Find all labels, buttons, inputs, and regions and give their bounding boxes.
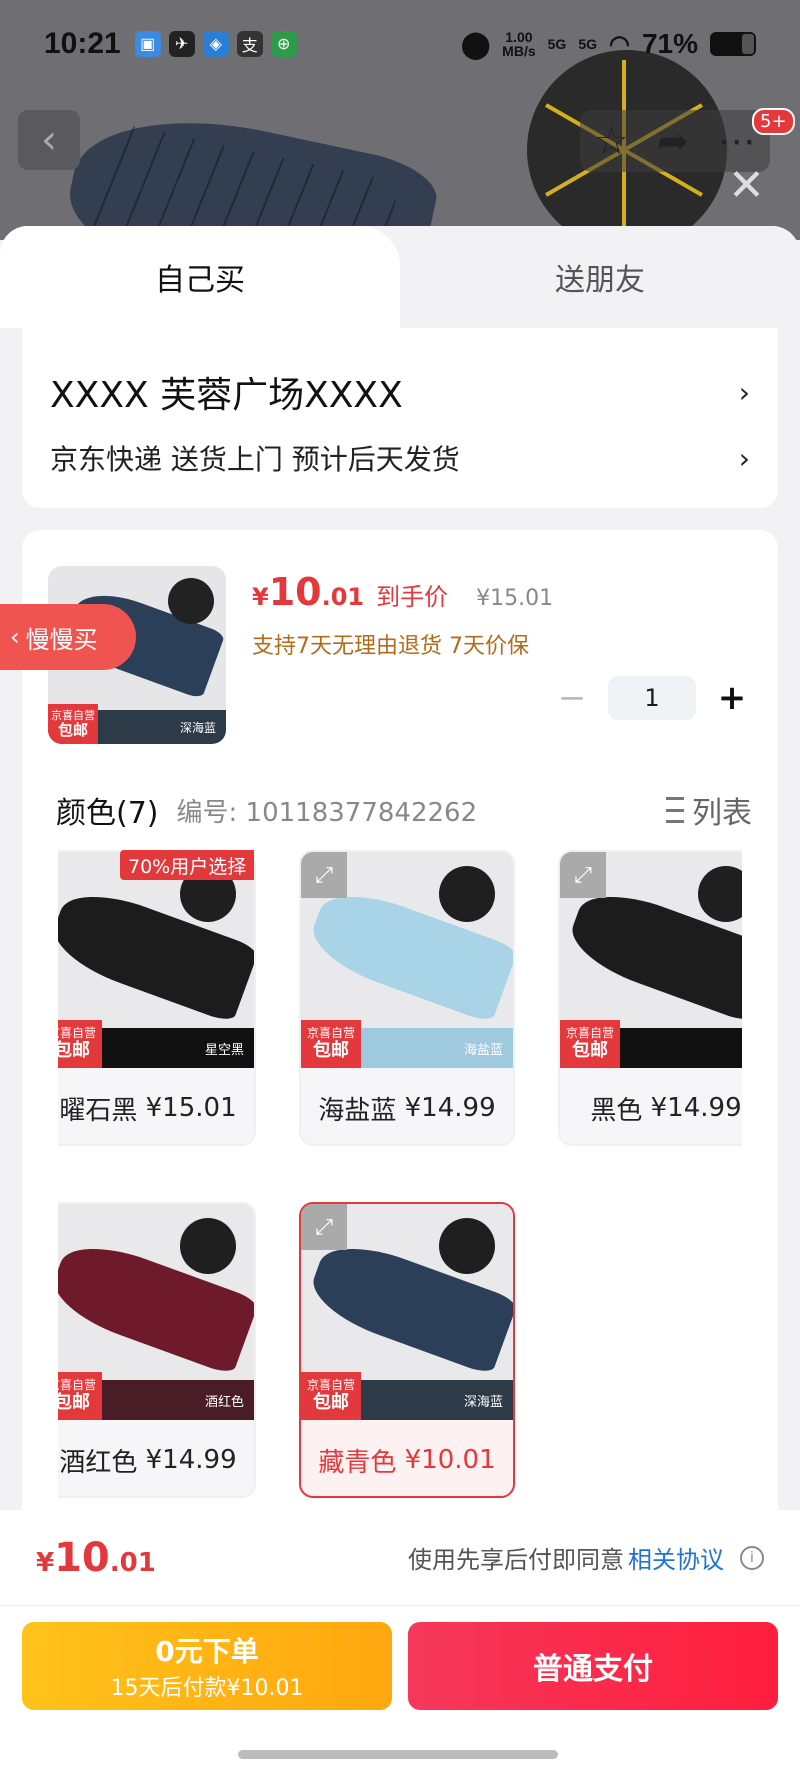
tab-gift-friend[interactable]: 送朋友 <box>400 226 800 328</box>
original-price: ¥15.01 <box>476 586 554 611</box>
app-notification-icon: ◈ <box>202 31 229 57</box>
app-notification-icon: ⊕ <box>270 31 297 57</box>
free-shipping-tag: 京喜自营 包邮 <box>48 704 98 744</box>
color-option-black[interactable]: ⤢ 曜 京喜自营包邮 黑色 ¥14.99 <box>558 850 742 1146</box>
chevron-right-icon: › <box>738 375 750 409</box>
cart-badge: 5+ <box>752 108 795 135</box>
final-price: ¥10.01 <box>252 570 365 614</box>
color-option-obsidian-black[interactable]: 星空黑 京喜自营包邮 曜石黑 ¥15.01 <box>58 850 256 1146</box>
close-icon[interactable]: ✕ <box>728 160 765 211</box>
list-icon <box>656 797 684 823</box>
app-notification-icon: 支 <box>236 31 263 57</box>
wifi-icon: ◠ <box>609 30 630 58</box>
agreement-notice: 使用先享后付即同意 相关协议 i <box>408 1540 764 1575</box>
color-option-wine-red[interactable]: 酒红色 京喜自营包邮 酒红色 ¥14.99 <box>58 1202 256 1498</box>
tab-buy-self[interactable]: 自己买 <box>0 226 400 328</box>
chevron-right-icon: › <box>738 441 750 475</box>
color-section-header: 颜色(7) 编号: 10118377842262 列表 <box>56 788 752 832</box>
guarantee-text: 支持7天无理由退货 7天价保 <box>252 634 529 659</box>
address-card[interactable]: XXXX 芙蓉广场XXXX › 京东快递 送货上门 预计后天发货 › <box>22 328 778 508</box>
normal-pay-button[interactable]: 普通支付 <box>408 1622 778 1710</box>
color-option-navy-selected[interactable]: ⤢ 深海蓝 京喜自营 包邮 藏青色 ¥10.01 <box>299 1202 515 1498</box>
decrease-button[interactable]: − <box>552 678 592 718</box>
quantity-stepper: − 1 + <box>552 676 752 720</box>
favorite-star-icon[interactable]: ☆ <box>594 119 628 163</box>
expand-icon[interactable]: ⤢ <box>301 852 347 898</box>
product-card: 深海蓝 京喜自营 包邮 ¥10.01 到手价 ¥15.01 支持7天无理由退货 7… <box>22 530 778 1530</box>
product-code: 编号: 10118377842262 <box>176 797 478 828</box>
price-tag-label: 到手价 <box>376 583 449 611</box>
share-icon[interactable]: ➦ <box>657 119 689 163</box>
address-text: XXXX 芙蓉广场XXXX <box>50 375 403 416</box>
home-indicator[interactable] <box>238 1750 558 1759</box>
pay-later-button[interactable]: 0元下单 15天后付款¥10.01 <box>22 1622 392 1710</box>
price-area: ¥10.01 到手价 ¥15.01 支持7天无理由退货 7天价保 <box>252 570 553 660</box>
checkout-bar: ¥10.01 使用先享后付即同意 相关协议 i 0元下单 15天后付款¥10.0… <box>0 1510 800 1777</box>
popular-choice-badge: 70%用户选择 <box>120 850 255 880</box>
status-bar: 10:21 ▣ ✈ ◈ 支 ⊕ ⬤ 1.00 MB/s 5G 5G ◠ 71% <box>0 0 800 88</box>
location-icon: ⬤ <box>461 28 491 59</box>
increase-button[interactable]: + <box>712 678 752 718</box>
more-icon[interactable]: ⋯ <box>718 119 756 163</box>
net-speed: 1.00 MB/s <box>502 29 536 59</box>
chevron-left-icon: ‹ <box>41 117 57 163</box>
buy-mode-tabs: 自己买 送朋友 <box>0 226 800 328</box>
signal-icon: 5G <box>547 36 567 52</box>
app-notification-icon: ▣ <box>134 31 161 57</box>
expand-icon[interactable]: ⤢ <box>301 1204 347 1250</box>
back-button[interactable]: ‹ <box>18 110 80 170</box>
status-time: 10:21 <box>44 27 121 60</box>
total-price: ¥10.01 <box>36 1534 156 1581</box>
color-option-grid: 70%用户选择 星空黑 京喜自营包邮 曜石黑 ¥15.01 ⤢ 海盐蓝 京喜自营… <box>58 850 742 1530</box>
expand-icon[interactable]: ⤢ <box>560 852 606 898</box>
delivery-info: 京东快递 送货上门 预计后天发货 <box>50 443 460 476</box>
quantity-value[interactable]: 1 <box>608 676 696 720</box>
color-title: 颜色(7) <box>56 796 159 831</box>
signal-icon: 5G <box>578 36 597 52</box>
info-icon[interactable]: i <box>740 1545 764 1570</box>
app-notification-icon: ✈ <box>168 31 195 57</box>
color-option-sea-salt-blue[interactable]: ⤢ 海盐蓝 京喜自营 包邮 海盐蓝 ¥14.99 <box>299 850 515 1146</box>
list-view-toggle[interactable]: 列表 <box>656 788 752 832</box>
battery-percent: 71% <box>641 28 698 59</box>
battery-icon <box>710 32 756 56</box>
chevron-left-icon: ‹ <box>10 623 20 651</box>
slow-buy-tab[interactable]: ‹ 慢慢买 <box>0 604 136 670</box>
agreement-link[interactable]: 相关协议 <box>628 1540 724 1575</box>
